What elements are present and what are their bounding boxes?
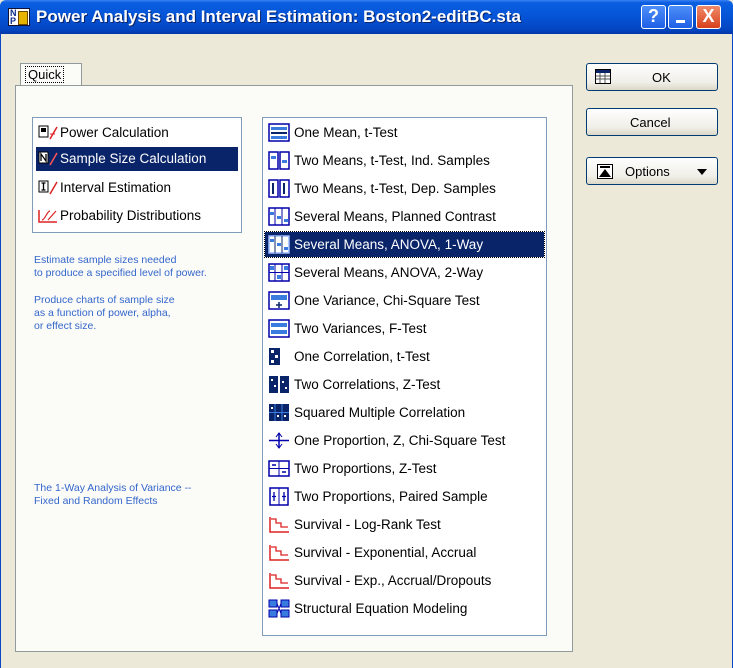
help-button[interactable]: ?: [641, 5, 666, 29]
list-item-two-means-ind[interactable]: Two Means, t-Test, Ind. Samples: [265, 148, 544, 173]
list-item-label: Several Means, ANOVA, 1-Way: [294, 237, 484, 252]
list-item-label: Survival - Exp., Accrual/Dropouts: [294, 573, 492, 588]
description-line: Produce charts of sample size: [34, 294, 175, 306]
options-icon: [597, 164, 613, 179]
spreadsheet-icon: [595, 69, 611, 84]
squared-multiple-icon: [269, 404, 289, 421]
sem-icon: [268, 599, 290, 618]
list-item-power-calculation[interactable]: Power Calculation: [36, 121, 238, 145]
list-item-label: Several Means, ANOVA, 2-Way: [294, 265, 484, 280]
selected-analysis-description: The 1-Way Analysis of Variance -- Fixed …: [34, 482, 192, 508]
list-item-label: Survival - Log-Rank Test: [294, 517, 441, 532]
list-item-sem[interactable]: Structural Equation Modeling: [265, 596, 544, 621]
list-item-survival-exponential[interactable]: Survival - Exponential, Accrual: [265, 540, 544, 565]
list-item-one-mean[interactable]: One Mean, t-Test: [265, 120, 544, 145]
list-item-label: Two Means, t-Test, Dep. Samples: [294, 181, 496, 196]
window-title: Power Analysis and Interval Estimation: …: [36, 7, 521, 26]
ok-label: OK: [652, 70, 671, 85]
one-proportion-icon: [269, 432, 289, 449]
paired-proportions-icon: [269, 487, 289, 506]
list-item-label: Two Correlations, Z-Test: [294, 377, 441, 392]
options-button[interactable]: Options: [586, 157, 718, 185]
list-item-anova-2way[interactable]: Several Means, ANOVA, 2-Way: [265, 260, 544, 285]
list-item-sample-size-calculation[interactable]: Sample Size Calculation: [35, 146, 239, 172]
list-item-label: Two Proportions, Z-Test: [294, 461, 437, 476]
two-proportions-icon: [268, 460, 290, 477]
description-line: or effect size.: [34, 320, 97, 332]
anova-1way-icon: [268, 235, 290, 254]
title-bar[interactable]: NP Power Analysis and Interval Estimatio…: [0, 0, 733, 34]
description-line: Fixed and Random Effects: [34, 495, 158, 507]
list-item-label: Probability Distributions: [60, 208, 202, 223]
one-correlation-icon: [269, 348, 280, 365]
two-correlations-icon: [269, 376, 289, 393]
list-item-two-proportions[interactable]: Two Proportions, Z-Test: [265, 456, 544, 481]
survival-icon: [269, 545, 289, 561]
list-item-one-correlation[interactable]: One Correlation, t-Test: [265, 344, 544, 369]
list-item-label: Survival - Exponential, Accrual: [294, 545, 477, 560]
description-block: Estimate sample sizes needed to produce …: [34, 254, 207, 333]
tab-quick-label: Quick: [25, 66, 65, 83]
one-mean-icon: [268, 123, 290, 142]
list-item-two-correlations[interactable]: Two Correlations, Z-Test: [265, 372, 544, 397]
list-item-label: Structural Equation Modeling: [294, 601, 468, 616]
minimize-button[interactable]: [668, 5, 693, 29]
list-item-label: Several Means, Planned Contrast: [294, 209, 496, 224]
list-item-planned-contrast[interactable]: Several Means, Planned Contrast: [265, 204, 544, 229]
list-item-label: Interval Estimation: [60, 180, 172, 195]
description-line: The 1-Way Analysis of Variance --: [34, 482, 192, 494]
test-type-list[interactable]: One Mean, t-Test Two Means, t-Test, Ind.…: [262, 117, 547, 636]
close-button[interactable]: X: [696, 5, 721, 29]
list-item-label: Two Means, t-Test, Ind. Samples: [294, 153, 490, 168]
prob-dist-icon: [38, 210, 57, 223]
cancel-button[interactable]: Cancel: [586, 108, 718, 136]
analysis-type-list[interactable]: Power Calculation Sample Size Calculatio…: [32, 117, 242, 233]
description-line: Estimate sample sizes needed: [34, 254, 177, 266]
list-item-probability-distributions[interactable]: Probability Distributions: [36, 204, 238, 228]
list-item-label: Two Proportions, Paired Sample: [294, 489, 488, 504]
app-icon: NP: [8, 8, 30, 26]
list-item-interval-estimation[interactable]: Interval Estimation: [36, 176, 238, 200]
options-label: Options: [625, 164, 670, 179]
list-item-survival-log-rank[interactable]: Survival - Log-Rank Test: [265, 512, 544, 537]
list-item-two-means-dep[interactable]: Two Means, t-Test, Dep. Samples: [265, 176, 544, 201]
list-item-label: One Mean, t-Test: [294, 125, 398, 140]
description-line: as a function of power, alpha,: [34, 307, 171, 319]
minimize-icon: [676, 20, 685, 23]
two-means-dep-icon: [268, 179, 290, 198]
one-variance-icon: [268, 291, 290, 310]
ok-button[interactable]: OK: [586, 63, 718, 91]
two-means-ind-icon: [268, 151, 290, 170]
list-item-one-proportion[interactable]: One Proportion, Z, Chi-Square Test: [265, 428, 544, 453]
planned-contrast-icon: [268, 207, 290, 226]
list-item-label: One Variance, Chi-Square Test: [294, 293, 480, 308]
list-item-label: Power Calculation: [60, 125, 169, 140]
survival-icon: [269, 573, 289, 589]
survival-icon: [269, 517, 289, 533]
list-item-paired-proportions[interactable]: Two Proportions, Paired Sample: [265, 484, 544, 509]
list-item-anova-1way[interactable]: Several Means, ANOVA, 1-Way: [264, 231, 545, 258]
power-calc-icon: [38, 125, 58, 140]
list-item-label: One Proportion, Z, Chi-Square Test: [294, 433, 506, 448]
anova-2way-icon: [268, 263, 290, 282]
list-item-label: One Correlation, t-Test: [294, 349, 430, 364]
list-item-label: Two Variances, F-Test: [294, 321, 427, 336]
interval-icon: [38, 180, 58, 195]
list-item-label: Sample Size Calculation: [60, 151, 207, 166]
list-item-label: Squared Multiple Correlation: [294, 405, 466, 420]
list-item-survival-dropouts[interactable]: Survival - Exp., Accrual/Dropouts: [265, 568, 544, 593]
sample-size-icon: [38, 151, 58, 166]
cancel-label: Cancel: [630, 115, 671, 130]
list-item-one-variance[interactable]: One Variance, Chi-Square Test: [265, 288, 544, 313]
tab-quick[interactable]: Quick: [20, 63, 82, 85]
description-line: to produce a specified level of power.: [34, 267, 207, 279]
chevron-down-icon: [697, 169, 707, 175]
list-item-two-variances[interactable]: Two Variances, F-Test: [265, 316, 544, 341]
list-item-squared-multiple[interactable]: Squared Multiple Correlation: [265, 400, 544, 425]
two-variances-icon: [268, 319, 290, 338]
